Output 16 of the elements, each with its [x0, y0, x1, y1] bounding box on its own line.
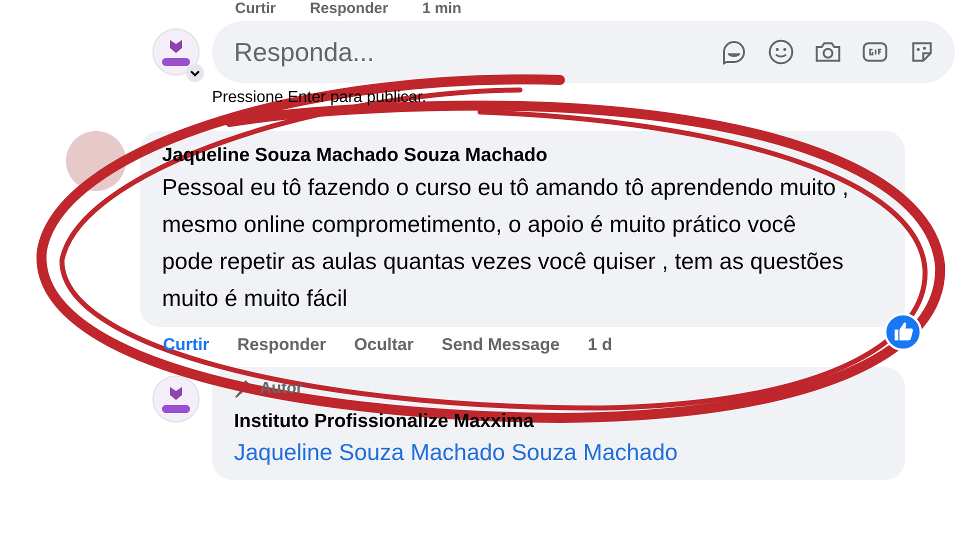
comment-action[interactable]: Responder [310, 0, 388, 19]
comment-action[interactable]: Send Message [442, 335, 560, 355]
comment-action[interactable]: Curtir [235, 0, 276, 19]
comment-action[interactable]: Ocultar [354, 335, 414, 355]
like-reaction-icon[interactable] [884, 313, 922, 351]
mention-link[interactable]: Jaqueline Souza Machado Souza Machado [234, 439, 885, 466]
reply-field[interactable]: Responda... [212, 21, 955, 83]
comment-action[interactable]: Curtir [163, 335, 210, 355]
comment-action[interactable]: Responder [237, 335, 326, 355]
comment-text: Pessoal eu tô fazendo o curso eu tô amando tô aprendendo muito , mesmo online comprometimento, o apoio é muito prático você pode repetir as aulas quantas vezes você quiser , tem as questões muito é muito fácil [162, 173, 850, 313]
chevron-down-icon[interactable] [186, 64, 204, 82]
emoji-icon[interactable] [766, 37, 796, 67]
page-avatar-icon [152, 28, 200, 76]
page-avatar-icon [152, 375, 200, 423]
comment-action[interactable]: 1 d [588, 335, 612, 355]
comment-action[interactable]: 1 min [422, 0, 462, 19]
